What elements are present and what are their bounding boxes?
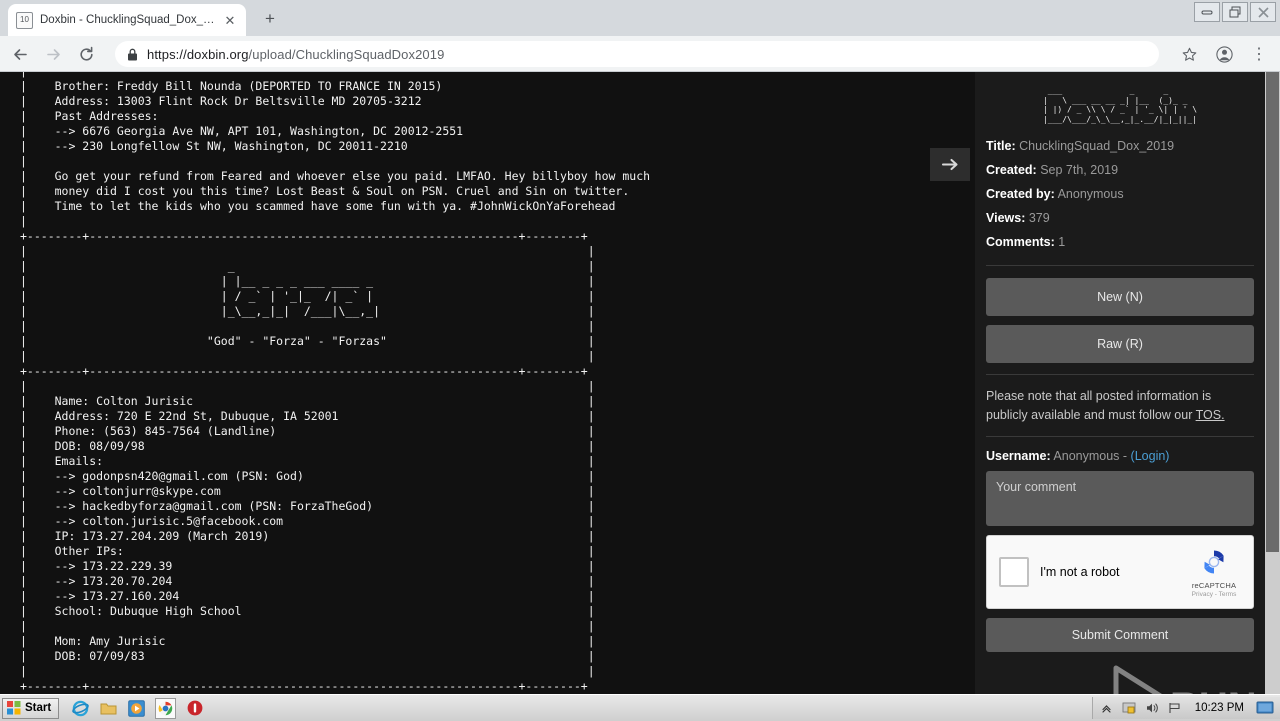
favicon-glyph: 10 [20, 15, 29, 24]
recaptcha-brand-name: reCAPTCHA [1191, 581, 1237, 590]
windows-logo-icon [7, 701, 21, 715]
meta-value-title: ChucklingSquad_Dox_2019 [1019, 139, 1175, 153]
doxbin-logo: ___ _ _ | \ ___ __ __ _| |__ (_)_ _ | |)… [986, 82, 1254, 132]
divider-1 [986, 265, 1254, 266]
meta-label-comments: Comments: [986, 235, 1055, 249]
tab-title: Doxbin - ChucklingSquad_Dox_2019 [40, 14, 215, 26]
divider-2 [986, 374, 1254, 375]
scroll-right-arrow-icon[interactable] [930, 148, 970, 181]
bookmark-star-icon[interactable] [1178, 43, 1200, 65]
recaptcha-label: I'm not a robot [1040, 565, 1120, 579]
comment-input[interactable] [986, 471, 1254, 526]
close-tab-icon[interactable]: ✕ [222, 12, 238, 28]
raw-view-button[interactable]: Raw (R) [986, 325, 1254, 363]
page-viewport: | | Brother: Freddy Bill Nounda (DEPORTE… [0, 72, 1280, 694]
doxbin-favicon: 10 [16, 11, 33, 29]
recaptcha-checkbox[interactable] [999, 557, 1029, 587]
navigation-bar: https://doxbin.org/upload/ChucklingSquad… [0, 36, 1280, 72]
new-post-button[interactable]: New (N) [986, 278, 1254, 316]
internet-explorer-icon[interactable] [71, 699, 90, 718]
forward-icon[interactable] [43, 44, 63, 64]
close-button[interactable] [1250, 2, 1276, 22]
record-icon[interactable] [185, 699, 204, 718]
tos-link[interactable]: TOS. [1196, 408, 1225, 422]
posting-notice: Please note that all posted information … [986, 387, 1254, 425]
browser-tab[interactable]: 10 Doxbin - ChucklingSquad_Dox_2019 ✕ [8, 4, 246, 36]
volume-icon[interactable] [1145, 701, 1160, 716]
meta-value-comments: 1 [1058, 235, 1066, 249]
restore-button[interactable] [1222, 2, 1248, 22]
file-explorer-icon[interactable] [99, 699, 118, 718]
security-icon[interactable] [1122, 701, 1137, 716]
divider-3 [986, 436, 1254, 437]
recaptcha-logo-icon [1197, 545, 1231, 579]
start-label: Start [25, 702, 52, 714]
username-separator: - [1119, 449, 1131, 463]
meta-label-created: Created: [986, 163, 1037, 177]
system-tray: 10:23 PM [1091, 697, 1280, 719]
meta-row-views: Views: 379 [986, 206, 1254, 230]
reload-icon[interactable] [76, 44, 96, 64]
taskbar-clock[interactable]: 10:23 PM [1195, 702, 1244, 714]
meta-row-comments: Comments: 1 [986, 230, 1254, 254]
address-bar[interactable]: https://doxbin.org/upload/ChucklingSquad… [115, 41, 1159, 67]
meta-label-views: Views: [986, 211, 1026, 225]
login-link[interactable]: (Login) [1131, 449, 1170, 463]
profile-avatar-icon[interactable] [1213, 43, 1235, 65]
notice-text: Please note that all posted information … [986, 389, 1212, 422]
meta-label-created-by: Created by: [986, 187, 1055, 201]
tab-strip-background: 10 Doxbin - ChucklingSquad_Dox_2019 ✕ + [0, 0, 1280, 36]
submit-comment-button[interactable]: Submit Comment [986, 618, 1254, 652]
meta-value-created-by: Anonymous [1057, 187, 1124, 201]
scrollbar-thumb[interactable] [1266, 72, 1279, 552]
tab-strip: 10 Doxbin - ChucklingSquad_Dox_2019 ✕ + [0, 0, 1280, 36]
dox-text-body: | | Brother: Freddy Bill Nounda (DEPORTE… [20, 72, 651, 693]
recaptcha-terms: Privacy - Terms [1191, 591, 1237, 598]
meta-row-title: Title: ChucklingSquad_Dox_2019 [986, 134, 1254, 158]
back-icon[interactable] [10, 44, 30, 64]
browser-window: 10 Doxbin - ChucklingSquad_Dox_2019 ✕ + [0, 0, 1280, 721]
minimize-button[interactable] [1194, 2, 1220, 22]
doxbin-logo-ascii: ___ _ _ | \ ___ __ __ _| |__ (_)_ _ | |)… [1042, 86, 1198, 124]
username-value: Anonymous [1053, 449, 1120, 463]
recaptcha-branding: reCAPTCHA Privacy - Terms [1184, 545, 1244, 598]
window-controls [1194, 2, 1276, 22]
lock-icon [127, 48, 138, 61]
meta-value-views: 379 [1028, 211, 1050, 225]
quick-launch-bar [71, 697, 204, 719]
page-scrollbar[interactable] [1265, 72, 1280, 694]
dox-content-column: | | Brother: Freddy Bill Nounda (DEPORTE… [0, 72, 965, 694]
meta-row-created-by: Created by: Anonymous [986, 182, 1254, 206]
chrome-menu-icon[interactable]: ⋮ [1248, 43, 1270, 65]
windows-taskbar: Start 10:23 PM [0, 694, 1280, 721]
meta-value-created: Sep 7th, 2019 [1040, 163, 1119, 177]
meta-label-title: Title: [986, 139, 1016, 153]
recaptcha-widget[interactable]: I'm not a robot reCAPTCHA Privacy - Term… [986, 535, 1254, 609]
username-line: Username: Anonymous - (Login) [986, 449, 1254, 463]
show-desktop-icon[interactable] [1256, 701, 1274, 716]
meta-row-created: Created: Sep 7th, 2019 [986, 158, 1254, 182]
username-label: Username: [986, 449, 1051, 463]
media-player-icon[interactable] [127, 699, 146, 718]
url-text: https://doxbin.org/upload/ChucklingSquad… [147, 46, 445, 62]
start-button[interactable]: Start [2, 697, 60, 719]
new-tab-button[interactable]: + [258, 7, 282, 31]
post-sidebar: ___ _ _ | \ ___ __ __ _| |__ (_)_ _ | |)… [975, 72, 1265, 694]
post-metadata: Title: ChucklingSquad_Dox_2019 Created: … [986, 132, 1254, 254]
network-icon[interactable] [1168, 701, 1183, 716]
chevron-up-icon[interactable] [1099, 701, 1114, 716]
chrome-icon[interactable] [155, 697, 177, 719]
